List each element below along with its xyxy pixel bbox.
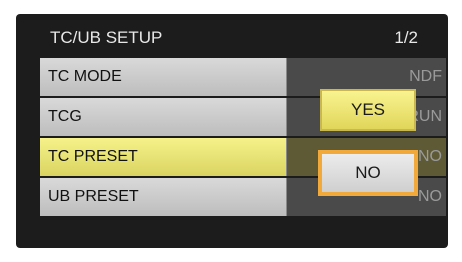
- no-button[interactable]: NO: [318, 150, 418, 196]
- menu-header: TC/UB SETUP 1/2: [16, 14, 448, 58]
- menu-item-label: TCG: [48, 108, 82, 125]
- menu-label-cell: TCG: [40, 98, 287, 136]
- menu-item-label: TC PRESET: [48, 148, 138, 165]
- yes-button[interactable]: YES: [320, 89, 416, 131]
- menu-item-value: NDF: [409, 68, 442, 85]
- camera-menu-screen: TC/UB SETUP 1/2 TC MODE NDF TCG REC RUN …: [16, 14, 448, 248]
- menu-item-value: NO: [418, 148, 442, 165]
- menu-label-cell-selected: TC PRESET: [40, 138, 287, 176]
- menu-item-value: NO: [418, 188, 442, 205]
- menu-title: TC/UB SETUP: [50, 28, 163, 47]
- menu-label-cell: TC MODE: [40, 58, 287, 96]
- menu-label-cell: UB PRESET: [40, 178, 287, 216]
- page-indicator: 1/2: [394, 28, 418, 47]
- menu-item-label: TC MODE: [48, 68, 122, 85]
- menu-item-label: UB PRESET: [48, 188, 139, 205]
